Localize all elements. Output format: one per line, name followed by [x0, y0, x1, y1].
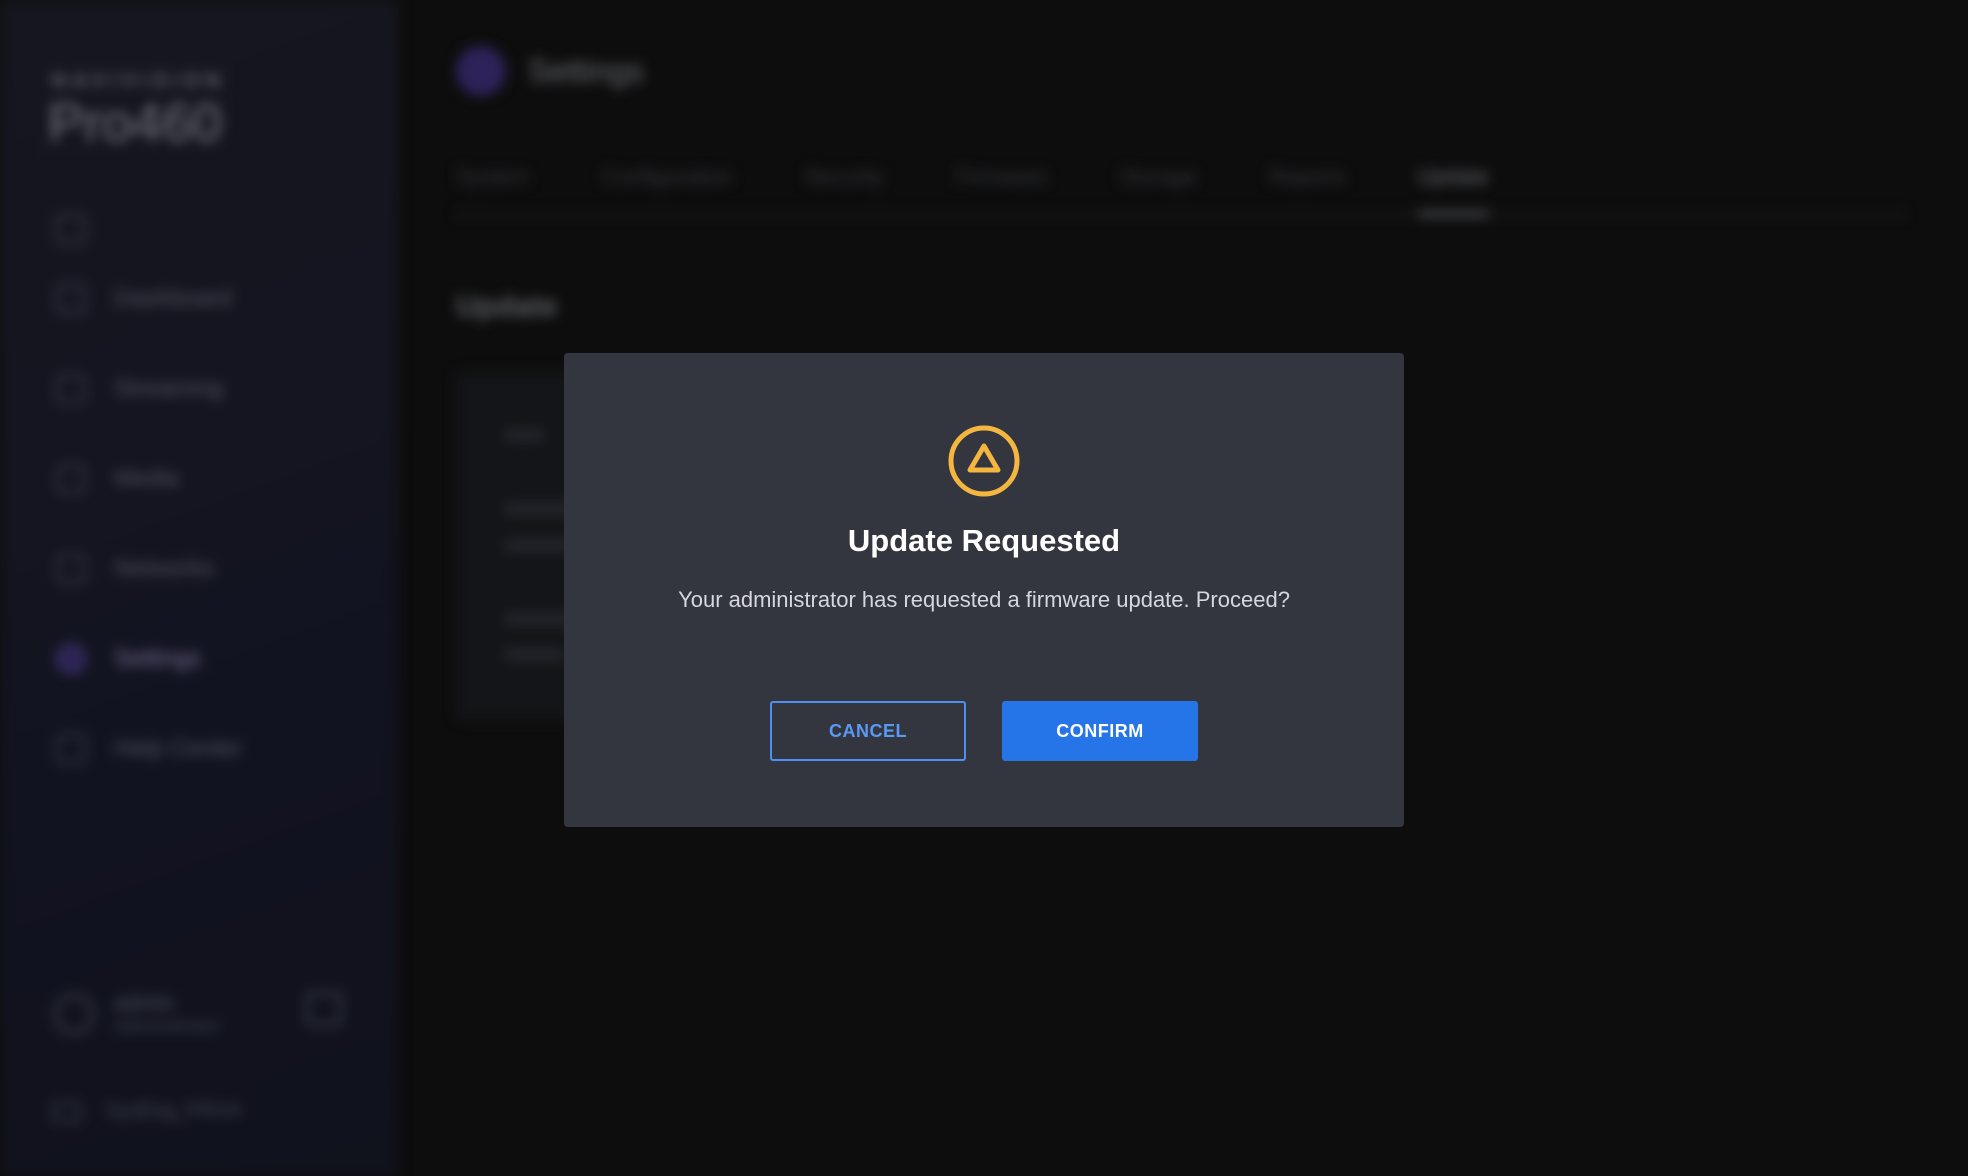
dialog-title: Update Requested	[847, 523, 1121, 558]
app-root: NAVIVISION Pro460 Dashboard Streaming Me…	[0, 0, 1968, 1176]
cancel-button[interactable]: CANCEL	[770, 701, 966, 761]
confirm-button[interactable]: CONFIRM	[1002, 701, 1198, 761]
warning-triangle-icon	[948, 425, 1020, 497]
update-requested-dialog: Update Requested Your administrator has …	[564, 353, 1404, 827]
dialog-message: Your administrator has requested a firmw…	[678, 587, 1290, 612]
